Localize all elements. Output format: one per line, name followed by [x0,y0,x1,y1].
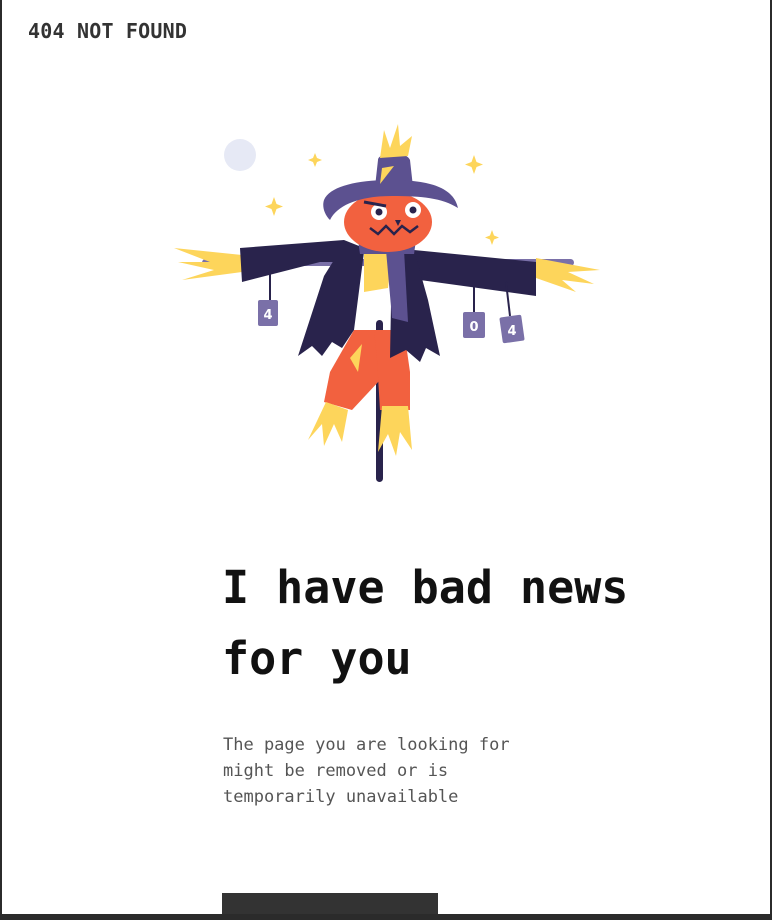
home-button[interactable] [222,893,438,914]
scarecrow-illustration: 4 0 4 [174,124,600,482]
error-message: The page you are looking for might be re… [223,735,510,807]
can-label-1: 4 [263,308,272,323]
page: 404 NOT FOUND 4 0 4 I have bad news for … [2,0,770,914]
page-headline: I have bad news for you [222,561,629,685]
hanging-can-2: 0 [463,280,485,338]
straw-feet [308,402,412,456]
moon-icon [224,139,256,171]
can-label-3: 4 [507,324,516,339]
can-label-2: 0 [469,320,478,335]
straw-left-hand [174,248,242,280]
scarecrow-head [344,192,432,252]
